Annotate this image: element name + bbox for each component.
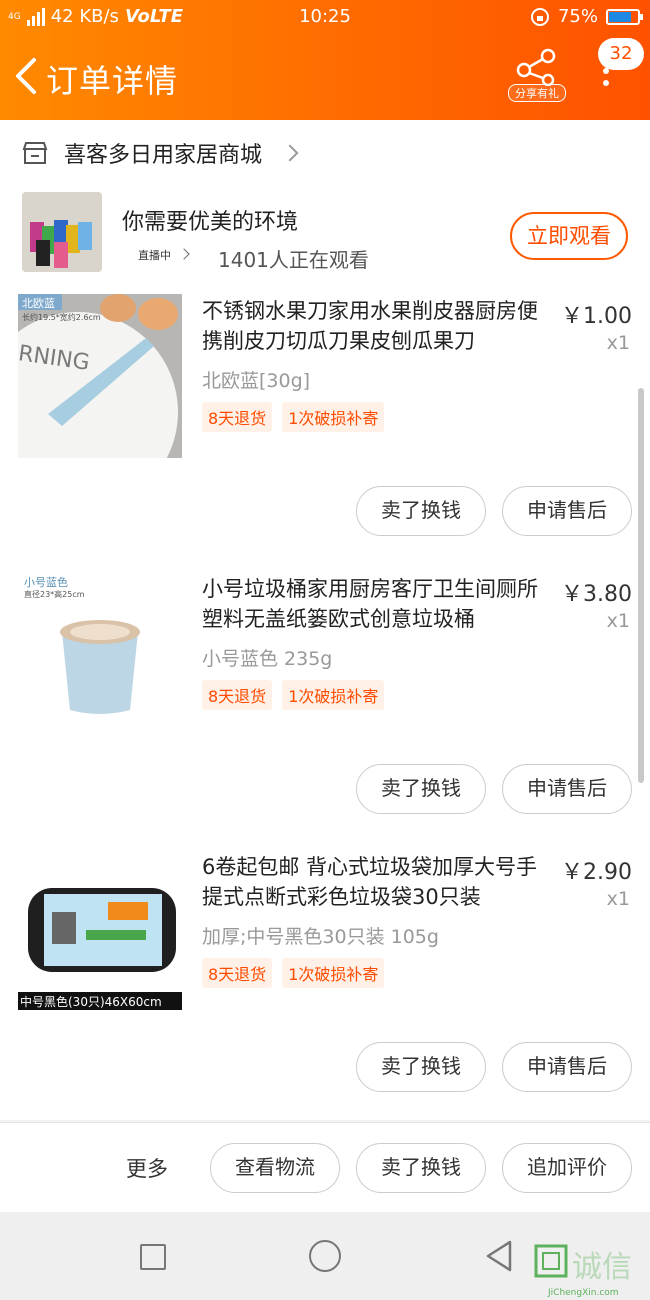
- live-thumbnail: [22, 192, 102, 272]
- damage-reship-tag: 1次破损补寄: [282, 958, 385, 988]
- view-logistics-button[interactable]: 查看物流: [210, 1143, 340, 1193]
- resell-button[interactable]: 卖了换钱: [356, 764, 486, 814]
- product-title[interactable]: 不锈钢水果刀家用水果削皮器厨房便携削皮刀切瓜刀果皮刨瓜果刀: [202, 296, 550, 356]
- home-icon[interactable]: [309, 1240, 341, 1272]
- product-image: 北欧蓝 长约19.5*宽约2.6cm RNING: [18, 294, 182, 458]
- product-title[interactable]: 6卷起包邮 背心式垃圾袋加厚大号手提式点断式彩色垃圾袋30只装: [202, 852, 550, 912]
- page-title: 订单详情: [46, 62, 179, 100]
- watermark-url: JiChengXin.com: [548, 1288, 619, 1298]
- order-item[interactable]: 小号蓝色 直径23*高25cm 小号垃圾桶家用厨房客厅卫生间厕所塑料无盖纸篓欧式…: [0, 572, 650, 842]
- watch-now-button[interactable]: 立即观看: [510, 212, 628, 260]
- return-policy-tag: 8天退货: [202, 958, 273, 988]
- more-menu-icon[interactable]: [596, 62, 616, 102]
- product-image-size: 直径23*高25cm: [24, 590, 85, 599]
- after-sales-button[interactable]: 申请售后: [502, 486, 632, 536]
- app-header: 4G 42 KB/s VoLTE 10:25 75% 订单详情 分享有礼 32: [0, 0, 650, 120]
- live-stream-banner[interactable]: 你需要优美的环境 直播中 1401人正在观看 立即观看: [22, 192, 632, 272]
- damage-reship-tag: 1次破损补寄: [282, 402, 385, 432]
- store-icon: [22, 142, 48, 164]
- product-spec: 加厚;中号黑色30只装 105g: [202, 926, 439, 948]
- product-spec: 小号蓝色 235g: [202, 648, 333, 670]
- scrollbar[interactable]: [638, 388, 644, 783]
- rotation-lock-icon: [530, 7, 549, 26]
- bottom-action-bar: 更多 查看物流 卖了换钱 追加评价: [0, 1122, 650, 1212]
- back-nav-icon[interactable]: [484, 1240, 514, 1272]
- product-quantity: x1: [606, 610, 630, 632]
- return-policy-tag: 8天退货: [202, 402, 273, 432]
- product-title[interactable]: 小号垃圾桶家用厨房客厅卫生间厕所塑料无盖纸篓欧式创意垃圾桶: [202, 574, 550, 634]
- product-image-label: 北欧蓝: [22, 297, 55, 310]
- chevron-right-icon: [178, 248, 190, 260]
- after-sales-button[interactable]: 申请售后: [502, 764, 632, 814]
- chevron-right-icon: [281, 144, 299, 162]
- watermark-icon: [534, 1244, 568, 1278]
- damage-reship-tag: 1次破损补寄: [282, 680, 385, 710]
- product-price: ￥3.80: [561, 582, 632, 607]
- product-price: ￥1.00: [561, 304, 632, 329]
- product-quantity: x1: [606, 888, 630, 910]
- battery-icon: [606, 8, 643, 25]
- product-spec: 北欧蓝[30g]: [202, 370, 311, 392]
- product-price: ￥2.90: [561, 860, 632, 885]
- product-image-size: 长约19.5*宽约2.6cm: [22, 313, 101, 322]
- share-icon: [516, 48, 556, 87]
- product-quantity: x1: [606, 332, 630, 354]
- order-item[interactable]: 北欧蓝 长约19.5*宽约2.6cm RNING 不锈钢水果刀家用水果削皮器厨房…: [0, 294, 650, 564]
- resell-button[interactable]: 卖了换钱: [356, 1143, 486, 1193]
- live-title: 你需要优美的环境: [122, 210, 299, 235]
- more-actions-link[interactable]: 更多: [126, 1153, 168, 1183]
- recent-apps-icon[interactable]: [140, 1244, 166, 1270]
- after-sales-button[interactable]: 申请售后: [502, 1042, 632, 1092]
- share-label: 分享有礼: [508, 84, 566, 102]
- shop-row[interactable]: 喜客多日用家居商城: [22, 138, 299, 168]
- product-image-label: 小号蓝色: [24, 576, 68, 589]
- resell-button[interactable]: 卖了换钱: [356, 1042, 486, 1092]
- product-image-caption: 中号黑色(30只)46X60cm: [20, 995, 162, 1009]
- product-image: 小号蓝色 直径23*高25cm: [18, 572, 182, 736]
- return-policy-tag: 8天退货: [202, 680, 273, 710]
- share-button[interactable]: 分享有礼: [508, 48, 566, 102]
- product-image: 中号黑色(30只)46X60cm: [18, 850, 182, 1014]
- add-review-button[interactable]: 追加评价: [502, 1143, 632, 1193]
- shop-name: 喜客多日用家居商城: [64, 143, 263, 168]
- battery-percent: 75%: [557, 6, 598, 27]
- watermark-name: 诚信: [572, 1250, 632, 1285]
- order-content: 喜客多日用家居商城 你需要优美的环境 直播中 1401人正在观看 立即观看 北欧…: [0, 120, 650, 1120]
- back-arrow-icon[interactable]: [10, 54, 44, 98]
- resell-button[interactable]: 卖了换钱: [356, 486, 486, 536]
- live-status-tag: 直播中: [138, 249, 171, 262]
- live-viewers: 1401人正在观看: [218, 248, 369, 272]
- order-item[interactable]: 中号黑色(30只)46X60cm 6卷起包邮 背心式垃圾袋加厚大号手提式点断式彩…: [0, 850, 650, 1120]
- watermark-logo: 诚信 JiChengXin.com: [530, 1238, 648, 1298]
- status-bar: 4G 42 KB/s VoLTE 10:25 75%: [0, 0, 650, 34]
